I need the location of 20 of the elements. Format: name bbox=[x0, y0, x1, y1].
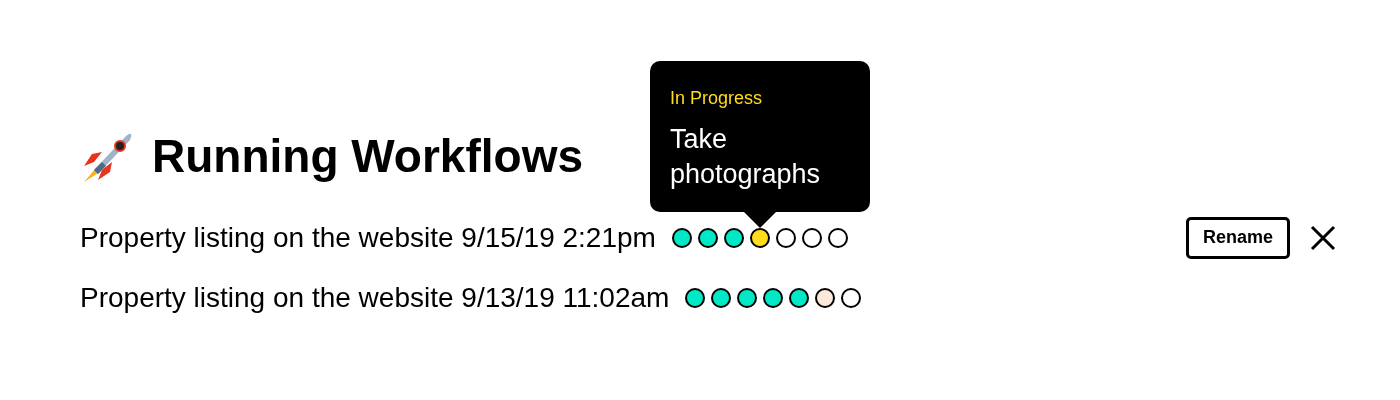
step-status: In Progress bbox=[669, 86, 763, 110]
close-icon bbox=[1310, 225, 1336, 251]
rename-button[interactable]: Rename bbox=[1185, 217, 1290, 259]
step-dot[interactable] bbox=[685, 288, 706, 308]
step-dot[interactable] bbox=[697, 228, 718, 248]
step-dot[interactable] bbox=[841, 288, 862, 308]
step-dot[interactable] bbox=[723, 228, 744, 248]
step-name: Take photographs bbox=[669, 122, 822, 191]
step-dot[interactable] bbox=[671, 228, 692, 248]
step-dot[interactable] bbox=[763, 288, 784, 308]
step-dot[interactable] bbox=[827, 228, 848, 248]
step-dot[interactable] bbox=[789, 288, 810, 308]
step-dot[interactable] bbox=[749, 228, 770, 248]
workflow-name[interactable]: Property listing on the website 9/15/19 2:21pm bbox=[80, 217, 656, 259]
step-dot[interactable] bbox=[711, 288, 732, 308]
step-dot[interactable] bbox=[801, 228, 822, 248]
step-dot[interactable] bbox=[775, 228, 796, 248]
workflow-name[interactable]: Property listing on the website 9/13/19 11:02am bbox=[80, 277, 670, 319]
step-dot[interactable] bbox=[737, 288, 758, 308]
step-dot[interactable] bbox=[815, 288, 836, 308]
